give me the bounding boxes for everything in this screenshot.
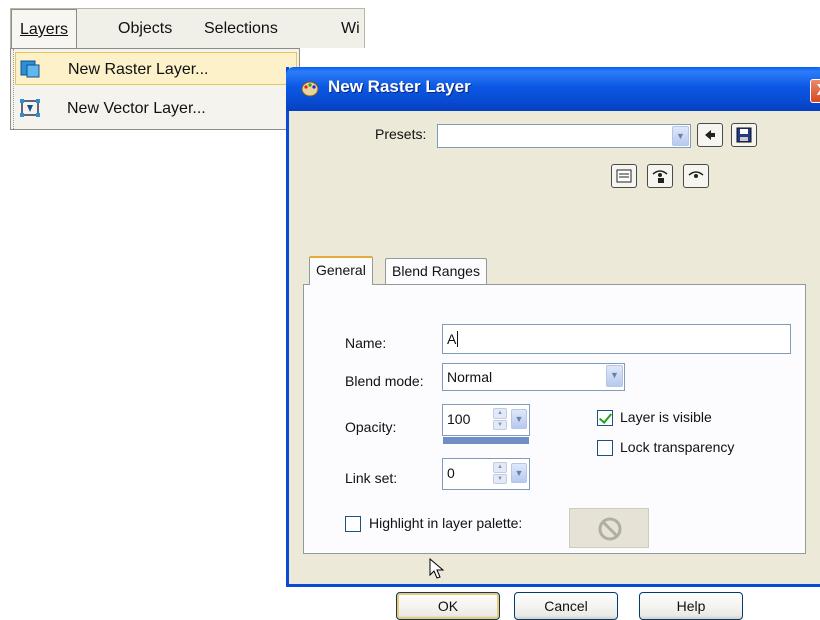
layers-dropdown-menu: New Raster Layer... New Vector Layer...: [10, 48, 300, 130]
link-set-value: 0: [447, 465, 455, 481]
save-disk-icon: [736, 127, 752, 143]
layer-visible-label: Layer is visible: [620, 409, 712, 425]
spin-up-icon[interactable]: ▲: [493, 408, 507, 419]
help-button[interactable]: Help: [639, 592, 743, 620]
opacity-input[interactable]: 100 ▲ ▼ ▼: [442, 404, 530, 444]
ok-label: OK: [437, 598, 459, 614]
layer-visible-checkbox[interactable]: [597, 410, 613, 426]
vector-layer-icon: [18, 97, 42, 119]
highlight-color-swatch[interactable]: [569, 508, 649, 548]
load-preset-button[interactable]: [697, 123, 723, 147]
chevron-down-icon[interactable]: ▼: [672, 126, 689, 146]
no-color-icon: [598, 517, 622, 541]
tab-blend-ranges[interactable]: Blend Ranges: [385, 258, 487, 285]
menu-layers[interactable]: Layers: [11, 9, 78, 48]
close-button[interactable]: X: [810, 79, 820, 103]
highlight-checkbox[interactable]: [345, 516, 361, 532]
name-value: A: [447, 331, 457, 347]
cancel-button[interactable]: Cancel: [514, 592, 618, 620]
opacity-spinner[interactable]: ▲ ▼ ▼: [493, 407, 527, 431]
presets-label: Presets:: [375, 126, 427, 142]
opacity-value: 100: [447, 411, 471, 427]
opacity-slider-bar[interactable]: [443, 437, 529, 444]
presets-dropdown[interactable]: ▼: [437, 124, 691, 148]
blend-mode-value: Normal: [447, 369, 493, 385]
help-label: Help: [676, 598, 706, 614]
menu-item-label: New Raster Layer...: [68, 61, 209, 78]
eye-icon: [688, 171, 704, 178]
ok-button[interactable]: OK: [396, 592, 500, 620]
eye-lock-icon: [652, 170, 668, 183]
name-label: Name:: [345, 335, 387, 351]
link-set-label: Link set:: [345, 470, 398, 486]
save-preset-button[interactable]: [731, 123, 757, 147]
opacity-label: Opacity:: [345, 419, 397, 435]
lock-transparency-checkbox[interactable]: [597, 440, 613, 456]
menu-item-new-vector-layer[interactable]: New Vector Layer...: [15, 92, 297, 125]
blend-mode-label: Blend mode:: [345, 373, 424, 389]
menu-bar: Layers Objects Selections Wi: [10, 8, 365, 48]
raster-layer-icon: [19, 58, 43, 80]
lock-transparency-label: Lock transparency: [620, 439, 735, 455]
link-set-input[interactable]: 0 ▲ ▼ ▼: [442, 458, 530, 490]
name-input[interactable]: A: [442, 324, 791, 354]
spin-down-icon[interactable]: ▼: [493, 473, 507, 484]
menu-objects[interactable]: Objects: [118, 9, 172, 48]
link-set-spinner[interactable]: ▲ ▼ ▼: [493, 461, 527, 485]
dialog-title: New Raster Layer: [328, 77, 471, 96]
auto-proof-button[interactable]: [683, 164, 709, 188]
spin-down-icon[interactable]: ▼: [493, 419, 507, 430]
highlight-label: Highlight in layer palette:: [369, 515, 523, 531]
menu-item-new-raster-layer[interactable]: New Raster Layer...: [15, 52, 297, 85]
spin-up-icon[interactable]: ▲: [493, 462, 507, 473]
chevron-down-icon[interactable]: ▼: [606, 365, 623, 387]
cancel-label: Cancel: [544, 598, 588, 614]
mouse-cursor-icon: [429, 558, 445, 579]
tab-general[interactable]: General: [309, 256, 373, 285]
menu-selections[interactable]: Selections: [204, 9, 278, 48]
chevron-down-icon[interactable]: ▼: [511, 463, 527, 483]
preset-options-button[interactable]: [611, 164, 637, 188]
menu-item-label: New Vector Layer...: [67, 100, 206, 117]
menu-window[interactable]: Wi: [341, 9, 360, 48]
blend-mode-dropdown[interactable]: Normal ▼: [442, 363, 625, 391]
new-raster-layer-dialog: New Raster Layer X Presets: ▼: [286, 67, 820, 620]
chevron-down-icon[interactable]: ▼: [511, 409, 527, 429]
form-icon: [616, 169, 632, 183]
paint-palette-icon: [300, 79, 320, 99]
dialog-titlebar[interactable]: New Raster Layer X: [286, 67, 820, 111]
proof-button[interactable]: [647, 164, 673, 188]
reset-arrow-icon: [705, 130, 715, 140]
